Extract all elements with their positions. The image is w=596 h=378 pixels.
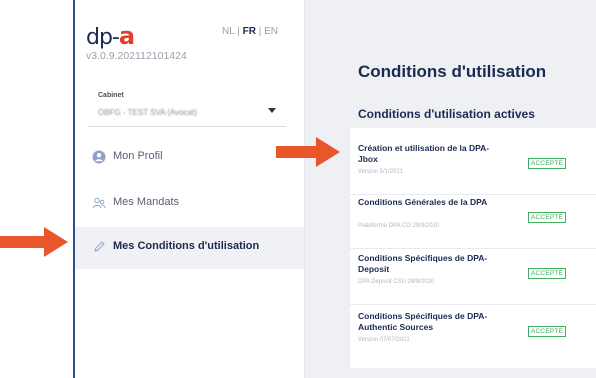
- term-version: DPA Deposit CSU 29/9/2020: [358, 279, 435, 285]
- terms-list: Création et utilisation de la DPA-Jbox V…: [350, 128, 596, 368]
- cabinet-value: OBFG - TEST SVA (Avocat): [98, 108, 197, 117]
- user-icon: [92, 150, 106, 164]
- dpa-logo[interactable]: dp-a: [86, 22, 135, 50]
- status-badge: ACCEPTÉ: [528, 326, 567, 337]
- page-title: Conditions d'utilisation: [358, 62, 547, 81]
- term-title: Conditions Spécifiques de DPA-Deposit: [358, 253, 488, 274]
- logo-letter: a: [118, 22, 135, 50]
- list-item[interactable]: Conditions Générales de la DPA Plateform…: [350, 190, 596, 249]
- sidebar-item-label: Mes Conditions d'utilisation: [113, 240, 260, 252]
- sidebar-item-conditions[interactable]: Mes Conditions d'utilisation: [75, 227, 304, 269]
- cabinet-select[interactable]: Cabinet OBFG - TEST SVA (Avocat): [88, 86, 286, 127]
- status-badge: ACCEPTÉ: [528, 212, 567, 223]
- sidebar-item-label: Mon Profil: [113, 150, 163, 162]
- cabinet-label: Cabinet: [98, 92, 124, 99]
- list-item[interactable]: Conditions Spécifiques de DPA-Deposit DP…: [350, 246, 596, 305]
- list-item[interactable]: Création et utilisation de la DPA-Jbox V…: [350, 136, 596, 195]
- term-title: Création et utilisation de la DPA-Jbox: [358, 143, 490, 164]
- term-version: Version 07/07/2021: [358, 337, 410, 343]
- term-title: Conditions Spécifiques de DPA-Authentic …: [358, 311, 488, 332]
- term-version: Plateforme DPA CG 29/9/2020: [358, 223, 440, 229]
- lang-nl[interactable]: NL: [222, 26, 234, 37]
- sidebar-item-label: Mes Mandats: [113, 196, 180, 208]
- logo-prefix: dp-: [86, 25, 120, 50]
- arrow-right-icon: [276, 137, 340, 167]
- pen-icon: [94, 241, 105, 252]
- app-version: v3.0.9.202112101424: [86, 50, 187, 62]
- lang-fr[interactable]: FR: [243, 26, 256, 37]
- lang-en[interactable]: EN: [264, 26, 278, 37]
- term-title: Conditions Générales de la DPA: [358, 197, 488, 207]
- lang-separator: |: [258, 26, 262, 37]
- language-switcher: NL | FR | EN: [222, 26, 278, 37]
- term-version: Version 5/1/2021: [358, 169, 404, 175]
- status-badge: ACCEPTÉ: [528, 158, 567, 169]
- caret-down-icon: [268, 108, 276, 113]
- sidebar-item-mandates[interactable]: Mes Mandats: [75, 183, 304, 225]
- list-item[interactable]: Conditions Spécifiques de DPA-Authentic …: [350, 304, 596, 362]
- section-title: Conditions d'utilisation actives: [358, 107, 535, 121]
- lang-separator: |: [237, 26, 240, 37]
- sidebar-item-profile[interactable]: Mon Profil: [75, 137, 304, 179]
- users-icon: [92, 197, 106, 209]
- status-badge: ACCEPTÉ: [528, 268, 567, 279]
- arrow-right-icon: [0, 227, 68, 257]
